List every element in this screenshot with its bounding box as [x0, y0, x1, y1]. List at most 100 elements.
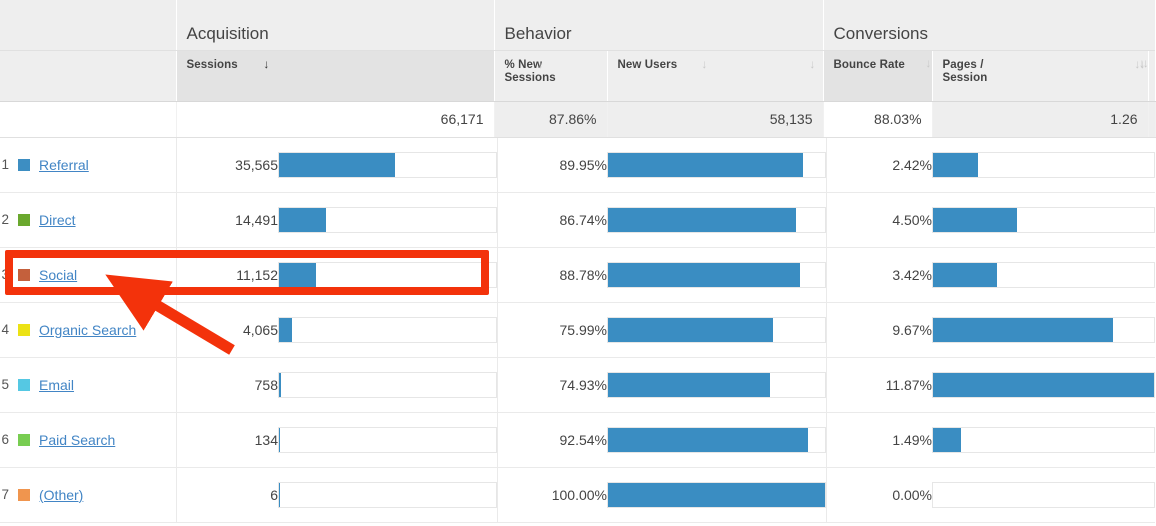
channels-table: Acquisition Behavior Conversions Session…: [0, 0, 1156, 523]
bounce-rate-bar-track: [607, 151, 826, 178]
channel-link[interactable]: Email: [39, 377, 74, 393]
row-rank: 1: [1, 157, 9, 172]
sessions-bar-cell: [278, 412, 497, 468]
totals-new-sessions: 87.86%: [493, 101, 607, 138]
goal1-conversion-rate-bar-cell: [932, 467, 1156, 523]
arrow-down-icon[interactable]: ↓: [809, 58, 815, 70]
arrow-down-icon[interactable]: ↓: [537, 58, 543, 70]
channel-color-swatch: [18, 378, 30, 391]
arrow-down-icon[interactable]: ↓: [701, 58, 707, 70]
totals-new-users: 58,135: [606, 101, 824, 138]
arrow-down-icon[interactable]: ↓: [925, 57, 931, 69]
sessions-value: 758: [175, 357, 278, 413]
channel-cell: 5 Email: [0, 357, 177, 413]
bounce-rate-bar-track: [607, 371, 826, 398]
goal1-bar-track: [932, 426, 1156, 453]
sessions-bar-cell: [278, 357, 497, 413]
sessions-bar-cell: [278, 467, 497, 523]
totals-row: 66,171 87.86% 58,135 88.03% 1.26 00:00:4…: [0, 101, 1156, 138]
column-header-new-users[interactable]: New Users ↓: [606, 50, 824, 102]
goal1-bar-fill: [933, 372, 1155, 397]
bounce-rate-bar-track: [607, 316, 826, 343]
sessions-bar-track: [278, 316, 497, 343]
bounce-rate-bar-track: [607, 206, 826, 233]
goal1-conversion-rate-value: 4.50%: [825, 192, 933, 248]
channel-cell: 4 Organic Search: [0, 302, 177, 358]
channel-link[interactable]: Organic Search: [39, 322, 136, 338]
arrow-down-icon[interactable]: ↓: [1139, 57, 1145, 69]
arrow-down-icon[interactable]: ↓: [263, 58, 269, 70]
channel-link[interactable]: Direct: [39, 212, 76, 228]
sessions-bar-cell: [278, 137, 497, 193]
goal1-conversion-rate-bar-cell: [932, 192, 1156, 248]
group-header-behavior: Behavior: [493, 0, 824, 51]
column-header-avg-session-duration[interactable]: Avg. Session Duration ↓: [1139, 50, 1156, 102]
column-header-bounce-rate[interactable]: Bounce Rate ↓: [701, 50, 933, 102]
bounce-rate-bar-track: [607, 261, 826, 288]
bounce-rate-bar-cell: [607, 247, 827, 303]
goal1-conversion-rate-value: 0.00%: [825, 467, 933, 523]
channel-link[interactable]: Paid Search: [39, 432, 115, 448]
goal1-conversion-rate-value: 9.67%: [825, 302, 933, 358]
column-header-new-users-label: New Users: [617, 58, 678, 71]
table-row[interactable]: 7 (Other) 6 100.00% 0.00%: [0, 467, 1156, 523]
channel-color-swatch: [18, 323, 30, 336]
table-row[interactable]: 3 Social 11,152 88.78% 3.42%: [0, 247, 1156, 303]
group-header-blank: [0, 0, 176, 51]
table-row[interactable]: 2 Direct 14,491 86.74% 4.50%: [0, 192, 1156, 248]
sessions-bar-track: [278, 371, 497, 398]
channel-cell: 7 (Other): [0, 467, 177, 523]
sessions-bar-fill: [279, 262, 316, 287]
column-header-row: Sessions ↓ % New Sessions ↓ New Users ↓ …: [0, 50, 1156, 102]
bounce-rate-bar-fill: [608, 317, 773, 342]
bounce-rate-value: 100.00%: [496, 467, 607, 523]
sessions-bar-track: [278, 481, 497, 508]
column-header-new-sessions-label: % New Sessions: [504, 58, 556, 84]
goal1-conversion-rate-value: 1.49%: [825, 412, 933, 468]
table-row[interactable]: 5 Email 758 74.93% 11.87%: [0, 357, 1156, 413]
sessions-bar-track: [278, 151, 497, 178]
sessions-value: 6: [175, 467, 278, 523]
channel-link[interactable]: (Other): [39, 487, 83, 503]
column-header-new-sessions[interactable]: % New Sessions ↓: [493, 50, 607, 102]
bounce-rate-value: 74.93%: [496, 357, 607, 413]
channel-link[interactable]: Referral: [39, 157, 89, 173]
channel-color-swatch: [18, 488, 30, 501]
table-row[interactable]: 6 Paid Search 134 92.54% 1.49%: [0, 412, 1156, 468]
channel-link[interactable]: Social: [39, 267, 77, 283]
goal1-conversion-rate-value: 2.42%: [825, 137, 933, 193]
sessions-bar-fill: [279, 317, 293, 342]
goal1-bar-track: [932, 206, 1156, 233]
goal1-bar-fill: [933, 317, 1114, 342]
goal1-bar-track: [932, 481, 1156, 508]
table-row[interactable]: 1 Referral 35,565 89.95% 2.42%: [0, 137, 1156, 193]
group-header-row: Acquisition Behavior Conversions: [0, 0, 1156, 51]
bounce-rate-bar-track: [607, 426, 826, 453]
row-rank: 3: [1, 267, 9, 282]
row-rank: 2: [1, 212, 9, 227]
sessions-value: 35,565: [175, 137, 278, 193]
column-header-pages-session[interactable]: Pages / Session ↓: [931, 50, 1149, 102]
row-rank: 6: [1, 432, 9, 447]
totals-pages-session: 1.26: [931, 101, 1149, 138]
goal1-bar-fill: [933, 152, 979, 177]
column-header-sessions[interactable]: Sessions ↓: [175, 50, 494, 102]
sessions-value: 14,491: [175, 192, 278, 248]
goal1-conversion-rate-bar-cell: [932, 247, 1156, 303]
bounce-rate-value: 89.95%: [496, 137, 607, 193]
goal1-conversion-rate-bar-cell: [932, 137, 1156, 193]
column-header-bounce-rate-label: Bounce Rate: [833, 58, 905, 71]
channel-color-swatch: [18, 213, 30, 226]
bounce-rate-value: 88.78%: [496, 247, 607, 303]
channel-cell: 2 Direct: [0, 192, 177, 248]
goal1-conversion-rate-bar-cell: [932, 357, 1156, 413]
bounce-rate-bar-cell: [607, 192, 827, 248]
sessions-bar-fill: [279, 372, 282, 397]
goal1-bar-track: [932, 371, 1156, 398]
sessions-bar-track: [278, 426, 497, 453]
goal1-conversion-rate-bar-cell: [932, 302, 1156, 358]
bounce-rate-bar-cell: [607, 302, 827, 358]
totals-blank: [0, 101, 176, 138]
channel-color-swatch: [18, 158, 30, 171]
table-row[interactable]: 4 Organic Search 4,065 75.99% 9.67%: [0, 302, 1156, 358]
